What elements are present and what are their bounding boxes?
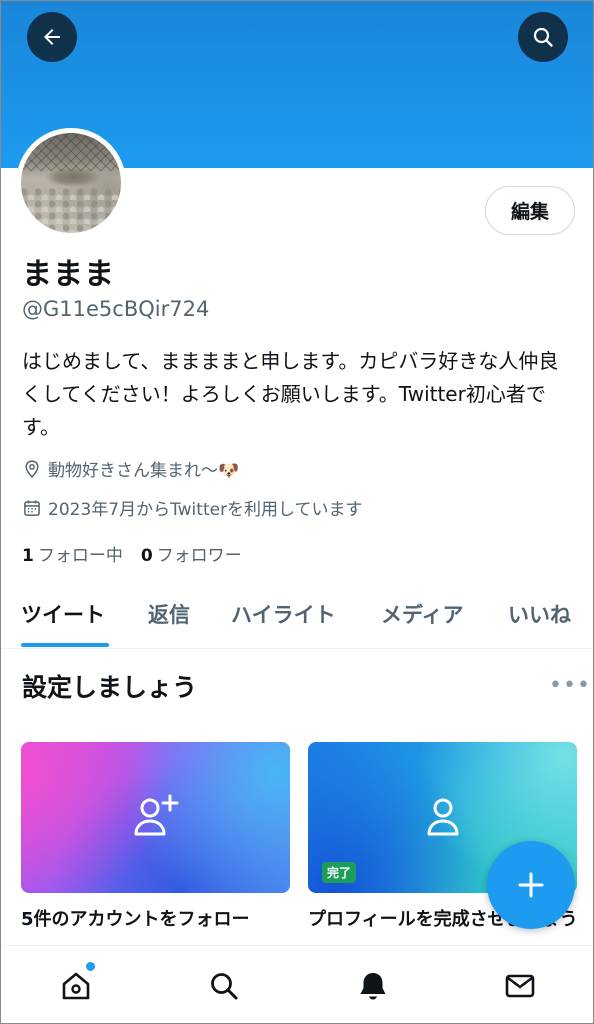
mail-icon [505, 974, 535, 998]
bottom-nav [1, 945, 593, 1023]
person-add-icon [134, 794, 178, 835]
tab-replies[interactable]: 返信 [148, 599, 190, 629]
joined-row: 2023年7月からTwitterを利用しています [22, 495, 363, 520]
followers-link[interactable]: 0 フォロワー [141, 541, 242, 566]
nav-home[interactable] [56, 962, 96, 1006]
calendar-icon [24, 500, 40, 516]
plus-icon [518, 872, 544, 898]
person-icon [427, 798, 458, 835]
tab-likes[interactable]: いいね [508, 599, 571, 629]
nav-messages[interactable] [500, 966, 540, 1006]
tab-tweets[interactable]: ツイート [21, 599, 105, 629]
follow-accounts-label: 5件のアカウントをフォロー [21, 909, 250, 930]
notification-dot [86, 962, 95, 971]
avatar[interactable] [16, 128, 126, 238]
compose-button[interactable] [487, 841, 575, 929]
done-badge: 完了 [322, 862, 357, 883]
arrow-left-icon [44, 29, 60, 45]
following-count: 1 [22, 546, 34, 566]
back-button[interactable] [27, 12, 77, 62]
search-button[interactable] [518, 12, 568, 62]
following-link[interactable]: 1 フォロー中 [22, 541, 123, 566]
tab-highlights[interactable]: ハイライト [231, 599, 336, 629]
followers-label: フォロワー [156, 546, 242, 566]
nav-notifications[interactable] [353, 966, 393, 1006]
location-pin-icon [25, 459, 39, 478]
avatar-image [21, 133, 121, 233]
active-tab-indicator [21, 643, 109, 647]
location-row: 動物好きさん集まれ〜🐶 [22, 456, 239, 481]
followers-count: 0 [140, 546, 153, 566]
display-name: ままま [22, 257, 115, 292]
home-icon [62, 972, 90, 1000]
more-options-button[interactable]: ••• [549, 673, 591, 698]
edit-profile-button[interactable]: 編集 [485, 186, 575, 235]
user-handle: @G11e5cBQir724 [22, 297, 210, 321]
setup-title: 設定しましょう [22, 673, 198, 702]
bell-icon [360, 973, 386, 1000]
nav-search[interactable] [204, 966, 244, 1006]
search-icon [533, 27, 553, 47]
profile-bio: はじめまして、ままままと申します。カピバラ好きな人仲良くしてください！よろしくお… [22, 349, 559, 439]
search-icon [211, 973, 238, 1000]
profile-tabs: ツイート 返信 ハイライト メディア いいね [1, 589, 593, 649]
follow-accounts-card[interactable] [21, 742, 290, 893]
joined-text: 2023年7月からTwitterを利用しています [48, 500, 363, 520]
tab-media[interactable]: メディア [381, 599, 464, 629]
location-text: 動物好きさん集まれ〜🐶 [48, 461, 240, 481]
follow-stats: 1 フォロー中 0 フォロワー [22, 541, 260, 566]
profile-screen: 編集 ままま @G11e5cBQir724 はじめまして、ままままと申します。カ… [0, 0, 594, 1024]
following-label: フォロー中 [37, 546, 123, 566]
